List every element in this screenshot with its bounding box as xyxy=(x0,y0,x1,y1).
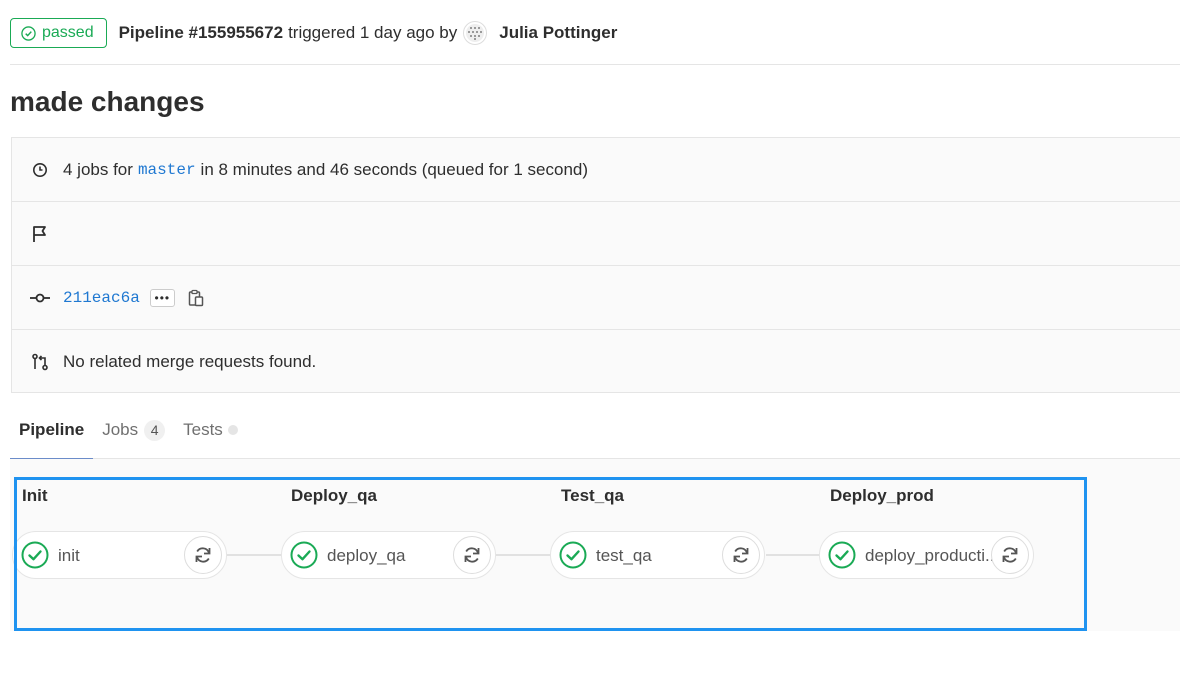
commit-sha-link[interactable]: 211eac6a xyxy=(63,289,140,307)
author-name[interactable]: Julia Pottinger xyxy=(499,23,617,43)
tab-pipeline-label: Pipeline xyxy=(19,420,85,439)
pipeline-info-box: 4 jobs for master in 8 minutes and 46 se… xyxy=(11,137,1180,393)
commit-row: 211eac6a ••• xyxy=(12,266,1180,330)
clipboard-icon xyxy=(188,289,204,306)
check-circle-icon xyxy=(21,25,36,41)
branch-link[interactable]: master xyxy=(138,161,196,179)
merge-request-icon xyxy=(30,352,50,372)
pipeline-tabs: Pipeline Jobs 4 Tests xyxy=(10,402,1180,460)
tab-tests[interactable]: Tests xyxy=(174,402,247,459)
avatar-pattern-icon xyxy=(466,24,485,42)
tab-jobs-label: Jobs xyxy=(102,420,139,439)
jobs-summary-row: 4 jobs for master in 8 minutes and 46 se… xyxy=(12,138,1180,202)
pipeline-id: Pipeline #155955672 xyxy=(118,23,284,42)
tab-jobs[interactable]: Jobs 4 xyxy=(93,402,174,459)
tests-count-badge xyxy=(227,425,238,435)
jobs-count-badge: 4 xyxy=(144,419,166,441)
merge-requests-row: No related merge requests found. xyxy=(12,330,1180,394)
commit-title: made changes xyxy=(10,86,205,117)
jobs-summary-prefix: 4 jobs for xyxy=(63,159,133,179)
flag-row xyxy=(12,202,1180,266)
flag-icon xyxy=(30,224,50,244)
pipeline-graph-highlight xyxy=(14,477,1087,631)
pipeline-header: passed Pipeline #155955672 triggered 1 d… xyxy=(10,18,617,48)
status-label: passed xyxy=(42,24,94,41)
avatar[interactable] xyxy=(463,21,488,45)
tab-pipeline[interactable]: Pipeline xyxy=(10,402,94,460)
status-badge[interactable]: passed xyxy=(10,18,107,48)
tab-tests-label: Tests xyxy=(183,420,223,439)
header-divider xyxy=(10,64,1180,65)
commit-icon xyxy=(30,288,50,308)
duration-text: in 8 minutes and 46 seconds (queued for … xyxy=(200,159,589,179)
clock-icon xyxy=(30,160,50,180)
expand-commit-button[interactable]: ••• xyxy=(149,288,175,307)
copy-sha-button[interactable] xyxy=(187,288,205,308)
merge-requests-text: No related merge requests found. xyxy=(63,352,317,371)
triggered-text: triggered 1 day ago by xyxy=(288,23,458,42)
